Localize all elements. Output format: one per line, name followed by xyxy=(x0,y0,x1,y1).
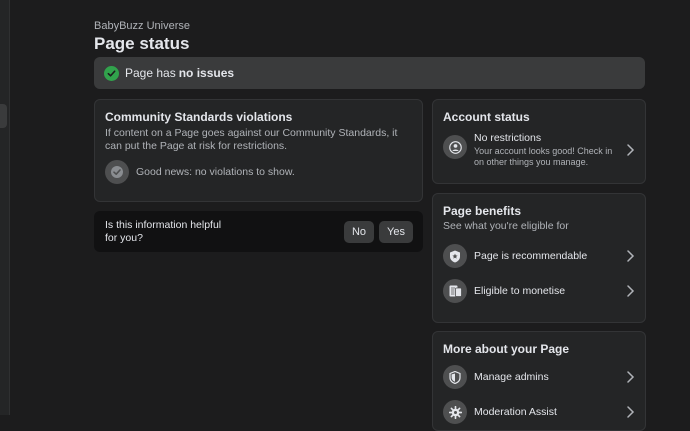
chevron-right-icon xyxy=(627,285,635,297)
gear-icon xyxy=(443,400,467,424)
page-name: BabyBuzz Universe xyxy=(94,20,190,32)
page-benefits-subtitle: See what you're eligible for xyxy=(443,220,569,232)
account-status-card: Account status No restrictions Your acco… xyxy=(432,99,646,184)
account-status-title: Account status xyxy=(443,110,530,124)
shield-star-icon xyxy=(443,244,467,268)
document-money-icon xyxy=(443,279,467,303)
main-content: BabyBuzz Universe Page status Page has n… xyxy=(94,0,646,431)
more-label: Moderation Assist xyxy=(474,406,557,418)
page-benefits-title: Page benefits xyxy=(443,204,522,218)
account-status-item-title: No restrictions xyxy=(474,132,542,144)
benefit-label: Eligible to monetise xyxy=(474,285,566,297)
collapse-handle[interactable] xyxy=(0,104,7,128)
no-button[interactable]: No xyxy=(343,220,375,243)
more-about-title: More about your Page xyxy=(443,342,570,356)
helpful-question: Is this information helpful for you? xyxy=(105,218,222,244)
chevron-right-icon xyxy=(627,371,635,383)
page-title: Page status xyxy=(94,34,190,53)
shield-icon xyxy=(443,365,467,389)
good-news-text: Good news: no violations to show. xyxy=(136,166,295,178)
more-row-manage-admins[interactable]: Manage admins xyxy=(443,365,635,389)
status-banner: Page has no issues xyxy=(94,57,645,89)
helpful-bar: Is this information helpful for you? No … xyxy=(94,211,423,252)
page-benefits-card: Page benefits See what you're eligible f… xyxy=(432,193,646,323)
benefit-row-monetise[interactable]: Eligible to monetise xyxy=(443,279,635,303)
violations-title: Community Standards violations xyxy=(105,110,293,124)
violations-card: Community Standards violations If conten… xyxy=(94,99,423,202)
status-emphasis: no issues xyxy=(178,66,235,80)
benefit-label: Page is recommendable xyxy=(474,250,588,262)
person-icon xyxy=(443,135,467,159)
benefit-row-recommendable[interactable]: Page is recommendable xyxy=(443,244,635,268)
check-circle-icon xyxy=(105,160,129,184)
violations-description: If content on a Page goes against our Co… xyxy=(105,127,398,152)
account-status-row[interactable]: No restrictions Your account looks good!… xyxy=(443,132,635,168)
chevron-right-icon xyxy=(627,250,635,262)
left-rail xyxy=(0,0,10,415)
account-status-item-sub: Your account looks good! Check in on oth… xyxy=(474,146,613,167)
yes-button[interactable]: Yes xyxy=(379,220,413,243)
status-text: Page has xyxy=(125,66,176,80)
chevron-right-icon xyxy=(627,144,635,156)
more-row-moderation-assist[interactable]: Moderation Assist xyxy=(443,400,635,424)
check-circle-icon xyxy=(104,65,119,81)
good-news-row: Good news: no violations to show. xyxy=(105,160,412,184)
chevron-right-icon xyxy=(627,406,635,418)
more-label: Manage admins xyxy=(474,371,549,383)
helpful-buttons: No Yes xyxy=(343,220,413,243)
more-about-card: More about your Page Manage admins Moder… xyxy=(432,331,646,431)
